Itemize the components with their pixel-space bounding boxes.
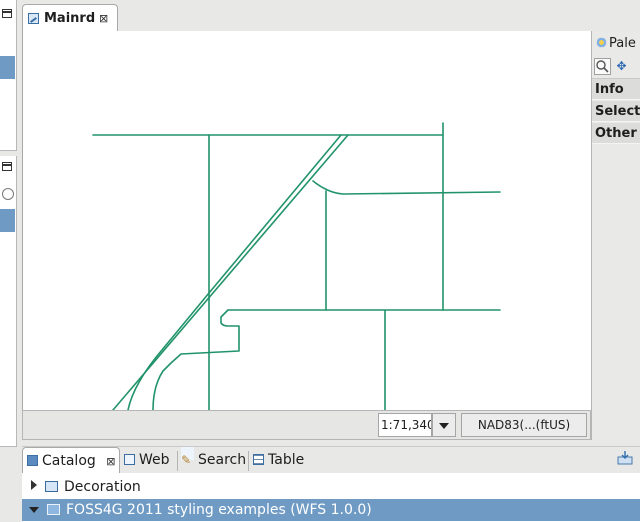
folder-icon — [45, 481, 58, 492]
crs-button[interactable]: NAD83(...(ftUS) — [461, 413, 587, 437]
pan-icon[interactable]: ✥ — [613, 58, 630, 75]
palette-panel: Pale ✥ Info Selectio Other — [591, 31, 640, 440]
tab-web[interactable]: Web — [124, 447, 176, 474]
minimize-view-icon-2[interactable] — [2, 162, 12, 171]
catalog-tree: Decoration FOSS4G 2011 styling examples … — [22, 473, 640, 522]
palette-drawer-selection[interactable]: Selectio — [592, 101, 640, 122]
magnify-icon[interactable] — [594, 58, 611, 75]
palette-toolbar: ✥ — [592, 56, 640, 79]
minimize-view-icon[interactable] — [2, 9, 12, 18]
close-icon[interactable]: ⊠ — [99, 12, 108, 25]
left-view-strip — [0, 0, 18, 448]
tab-web-label: Web — [139, 452, 170, 468]
road-curve-to-east — [312, 180, 501, 195]
tab-search-label: Search — [198, 452, 247, 468]
import-icon[interactable] — [616, 450, 634, 466]
search-tool-icon[interactable] — [2, 188, 14, 200]
left-view-selection[interactable] — [0, 56, 15, 79]
tab-separator-2 — [248, 451, 249, 471]
tab-catalog-label: Catalog — [42, 453, 96, 469]
table-icon — [253, 454, 264, 465]
tab-search[interactable]: ✎ Search — [181, 447, 247, 474]
palette-drawer-other[interactable]: Other — [592, 123, 640, 144]
map-roads-layer — [92, 122, 501, 410]
tab-separator — [177, 451, 178, 471]
palette-icon — [596, 37, 607, 48]
expand-arrow-icon[interactable] — [31, 480, 37, 490]
palette-header: Pale — [596, 36, 636, 51]
catalog-icon — [27, 455, 38, 466]
editor-tab-bar: Mainrd ⊠ — [22, 4, 640, 32]
palette-drawer-info[interactable]: Info — [592, 79, 640, 100]
editor-tab-mainrd[interactable]: Mainrd ⊠ — [22, 4, 118, 31]
map-status-bar: 1:71,340 NAD83(...(ftUS) — [22, 410, 591, 440]
tab-catalog[interactable]: Catalog ⊠ — [22, 447, 120, 474]
collapse-arrow-icon[interactable] — [29, 507, 39, 513]
wfs-service-icon — [47, 504, 60, 515]
editor-tab-label: Mainrd — [44, 11, 96, 26]
map-canvas[interactable] — [22, 31, 592, 410]
web-icon — [124, 454, 135, 465]
tree-item-label: Decoration — [64, 479, 141, 495]
tree-item-foss4g[interactable]: FOSS4G 2011 styling examples (WFS 1.0.0) — [22, 499, 640, 521]
map-icon — [28, 13, 39, 24]
bottom-tab-bar: Catalog ⊠ Web ✎ Search Table — [22, 446, 640, 475]
tab-table[interactable]: Table — [253, 447, 311, 474]
search-icon: ✎ — [181, 447, 194, 467]
road-loop — [152, 309, 240, 410]
scale-dropdown-button[interactable] — [432, 413, 456, 437]
tab-table-label: Table — [268, 452, 305, 468]
road-diagonal-2 — [127, 134, 342, 410]
palette-title: Pale — [609, 36, 636, 51]
tree-item-decoration[interactable]: Decoration — [22, 476, 640, 498]
scale-input[interactable]: 1:71,340 — [378, 413, 432, 437]
close-icon-catalog[interactable]: ⊠ — [106, 455, 115, 468]
tree-item-label-2: FOSS4G 2011 styling examples (WFS 1.0.0) — [66, 502, 372, 518]
left-view-selection-2[interactable] — [0, 209, 15, 232]
